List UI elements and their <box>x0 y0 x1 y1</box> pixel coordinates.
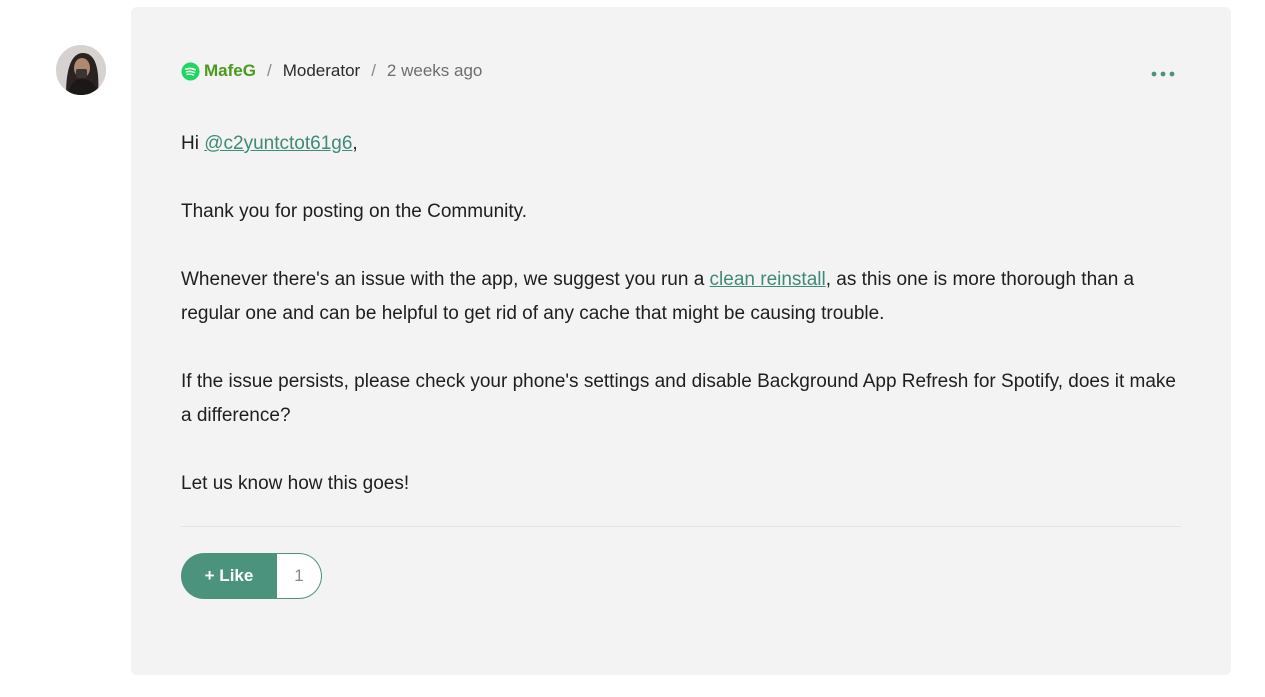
divider <box>181 526 1181 527</box>
greeting-paragraph: Hi @c2yuntctot61g6, <box>181 127 1186 161</box>
body-paragraph-3: If the issue persists, please check your… <box>181 371 1176 426</box>
post-meta: MafeG / Moderator / 2 weeks ago <box>181 60 482 82</box>
user-mention-link[interactable]: @c2yuntctot61g6 <box>204 133 352 154</box>
body-paragraph-1: Thank you for posting on the Community. <box>181 201 528 222</box>
author-name-link[interactable]: MafeG <box>204 61 256 81</box>
more-options-icon <box>1151 71 1175 77</box>
like-count[interactable]: 1 <box>277 553 322 599</box>
body-paragraph-4: Let us know how this goes! <box>181 473 410 494</box>
author-role: Moderator <box>282 61 361 80</box>
like-control: + Like 1 <box>181 553 322 599</box>
body-paragraph-2: Whenever there's an issue with the app, … <box>181 263 1186 331</box>
meta-separator: / <box>371 61 376 80</box>
post-timestamp[interactable]: 2 weeks ago <box>387 61 482 81</box>
post-body: Hi @c2yuntctot61g6, Thank you for postin… <box>181 127 1186 535</box>
avatar[interactable] <box>56 45 106 95</box>
meta-separator: / <box>266 61 272 80</box>
greeting-prefix: Hi <box>181 133 205 154</box>
like-button[interactable]: + Like <box>181 553 277 599</box>
reply-card: MafeG / Moderator / 2 weeks ago Hi @c2yu… <box>131 7 1231 675</box>
clean-reinstall-link[interactable]: clean reinstall <box>710 269 826 290</box>
user-avatar-photo <box>56 45 106 95</box>
spotify-logo-icon <box>181 61 200 81</box>
greeting-suffix: , <box>352 133 358 154</box>
paragraph-2-text-before: Whenever there's an issue with the app, … <box>181 269 710 290</box>
more-options-button[interactable] <box>1149 67 1177 81</box>
